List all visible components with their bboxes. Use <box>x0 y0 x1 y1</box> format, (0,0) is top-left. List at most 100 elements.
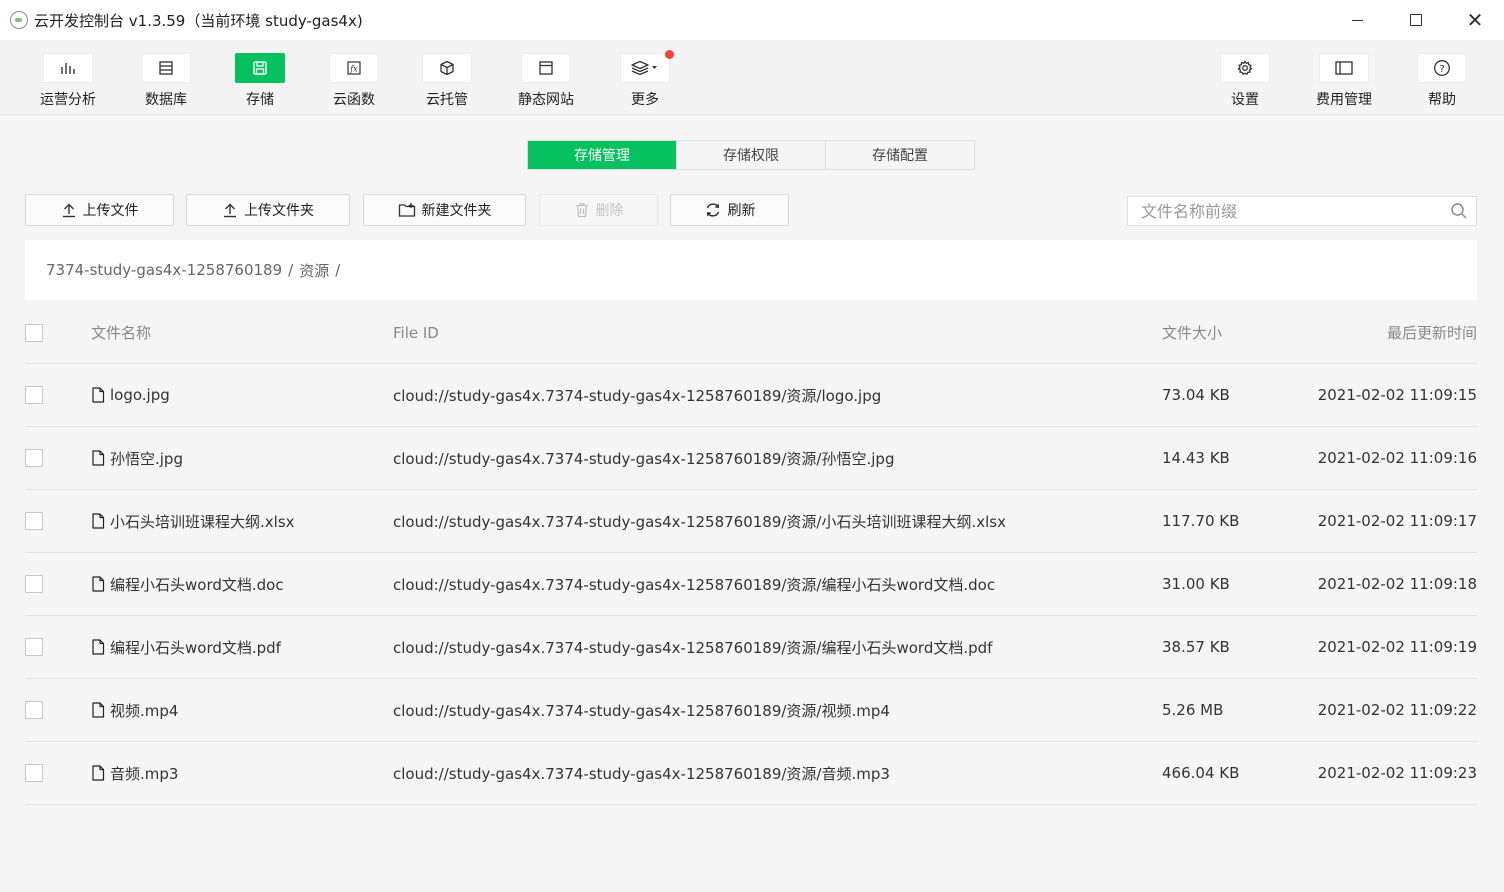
toolbar-item-functions[interactable]: fx 云函数 <box>309 53 399 109</box>
breadcrumb-separator: / <box>335 261 341 279</box>
breadcrumb-separator: / <box>288 261 294 279</box>
upload-icon <box>224 203 236 218</box>
toolbar-label: 存储 <box>246 92 274 108</box>
file-name[interactable]: 孙悟空.jpg <box>110 448 183 469</box>
breadcrumb-folder[interactable]: 资源 <box>299 260 329 281</box>
toolbar-item-more[interactable]: 更多 <box>600 50 690 109</box>
refresh-button[interactable]: 刷新 <box>670 194 789 226</box>
toolbar-label: 费用管理 <box>1316 92 1372 108</box>
column-header-file-id: File ID <box>393 323 439 342</box>
table-row[interactable]: 视频.mp4 cloud://study-gas4x.7374-study-ga… <box>25 679 1477 742</box>
file-name[interactable]: 编程小石头word文档.doc <box>110 574 284 595</box>
file-icon <box>91 576 105 592</box>
file-id: cloud://study-gas4x.7374-study-gas4x-125… <box>393 512 1006 531</box>
database-icon <box>141 53 191 83</box>
file-size: 31.00 KB <box>1162 575 1230 593</box>
upload-folder-button[interactable]: 上传文件夹 <box>186 194 350 226</box>
delete-button[interactable]: 删除 <box>539 194 658 226</box>
new-folder-button[interactable]: 新建文件夹 <box>363 194 526 226</box>
notification-badge <box>665 50 674 59</box>
storage-tabs: 存储管理 存储权限 存储配置 <box>527 140 975 170</box>
upload-file-button[interactable]: 上传文件 <box>25 194 174 226</box>
new-folder-label: 新建文件夹 <box>421 203 492 219</box>
toolbar-item-database[interactable]: 数据库 <box>121 53 211 109</box>
close-button[interactable]: ✕ <box>1446 0 1504 40</box>
file-icon <box>91 513 105 529</box>
toolbar-item-help[interactable]: ? 帮助 <box>1397 53 1487 109</box>
search-box <box>1127 196 1477 226</box>
file-name[interactable]: 视频.mp4 <box>110 700 178 721</box>
file-name[interactable]: 编程小石头word文档.pdf <box>110 637 281 658</box>
file-name-cell: 小石头培训班课程大纲.xlsx <box>91 490 295 552</box>
breadcrumb-bucket[interactable]: 7374-study-gas4x-1258760189 <box>46 261 282 279</box>
search-input[interactable] <box>1128 197 1442 225</box>
search-icon[interactable] <box>1442 197 1476 225</box>
toolbar-label: 设置 <box>1231 92 1259 108</box>
toolbar-label: 帮助 <box>1428 92 1456 108</box>
refresh-icon <box>706 203 719 217</box>
toolbar-label: 云托管 <box>426 92 468 108</box>
column-header-size: 文件大小 <box>1162 324 1223 342</box>
toolbar-item-billing[interactable]: 费用管理 <box>1299 53 1389 109</box>
window-title: 云开发控制台 v1.3.59（当前环境 study-gas4x) <box>34 11 363 30</box>
select-all-checkbox[interactable] <box>25 323 43 342</box>
file-id: cloud://study-gas4x.7374-study-gas4x-125… <box>393 386 882 405</box>
toolbar-item-static-site[interactable]: 静态网站 <box>501 53 591 109</box>
row-checkbox[interactable] <box>25 386 43 404</box>
maximize-button[interactable] <box>1387 0 1445 40</box>
toolbar-label: 静态网站 <box>518 92 574 108</box>
row-checkbox-cell <box>25 427 43 489</box>
file-icon <box>91 702 105 718</box>
browser-window-icon <box>521 53 571 83</box>
file-name[interactable]: logo.jpg <box>110 386 170 404</box>
file-name-cell: 编程小石头word文档.pdf <box>91 616 281 678</box>
toolbar-item-storage[interactable]: 存储 <box>215 53 305 109</box>
table-row[interactable]: 编程小石头word文档.doc cloud://study-gas4x.7374… <box>25 553 1477 616</box>
file-size: 14.43 KB <box>1162 449 1230 467</box>
tab-storage-config[interactable]: 存储配置 <box>826 141 974 169</box>
trash-icon <box>575 203 588 218</box>
file-name[interactable]: 小石头培训班课程大纲.xlsx <box>110 511 295 532</box>
file-name-cell: 音频.mp3 <box>91 742 178 804</box>
delete-label: 删除 <box>595 203 624 219</box>
toolbar-label: 更多 <box>631 92 659 108</box>
row-checkbox[interactable] <box>25 575 43 593</box>
toolbar-item-analytics[interactable]: 运营分析 <box>23 53 113 109</box>
toolbar-item-cloud-hosting[interactable]: 云托管 <box>402 53 492 109</box>
file-size: 38.57 KB <box>1162 638 1230 656</box>
cube-icon <box>422 53 472 83</box>
table-row[interactable]: 小石头培训班课程大纲.xlsx cloud://study-gas4x.7374… <box>25 490 1477 553</box>
row-checkbox-cell <box>25 364 43 426</box>
row-checkbox[interactable] <box>25 449 43 467</box>
row-checkbox[interactable] <box>25 638 43 656</box>
main-toolbar: 运营分析 数据库 存储 fx 云函数 云托管 静态网站 更多 设置 费用管理 ?… <box>0 40 1504 115</box>
svg-text:?: ? <box>1439 64 1444 75</box>
file-name[interactable]: 音频.mp3 <box>110 763 178 784</box>
toolbar-item-settings[interactable]: 设置 <box>1200 53 1290 109</box>
table-row[interactable]: logo.jpg cloud://study-gas4x.7374-study-… <box>25 364 1477 427</box>
table-row[interactable]: 编程小石头word文档.pdf cloud://study-gas4x.7374… <box>25 616 1477 679</box>
minimize-button[interactable] <box>1328 0 1386 40</box>
minimize-icon <box>1351 19 1363 21</box>
row-checkbox[interactable] <box>25 512 43 530</box>
table-row[interactable]: 音频.mp3 cloud://study-gas4x.7374-study-ga… <box>25 742 1477 805</box>
toolbar-label: 数据库 <box>145 92 187 108</box>
file-updated-time: 2021-02-02 11:09:19 <box>1317 638 1477 656</box>
table-row[interactable]: 孙悟空.jpg cloud://study-gas4x.7374-study-g… <box>25 427 1477 490</box>
maximize-icon <box>1410 14 1422 26</box>
tab-storage-permissions[interactable]: 存储权限 <box>677 141 826 169</box>
file-size: 117.70 KB <box>1162 512 1240 530</box>
file-updated-time: 2021-02-02 11:09:18 <box>1317 575 1477 593</box>
tab-storage-management[interactable]: 存储管理 <box>528 141 677 169</box>
upload-folder-label: 上传文件夹 <box>244 203 314 219</box>
bar-chart-icon <box>43 53 93 83</box>
file-updated-time: 2021-02-02 11:09:23 <box>1317 764 1477 782</box>
sidebar-panel-icon <box>1319 53 1369 83</box>
table-header: 文件名称 File ID 文件大小 最后更新时间 <box>25 302 1477 364</box>
file-table: 文件名称 File ID 文件大小 最后更新时间 logo.jpg cloud:… <box>25 302 1477 805</box>
row-checkbox[interactable] <box>25 701 43 719</box>
file-id: cloud://study-gas4x.7374-study-gas4x-125… <box>393 638 993 657</box>
column-header-name: 文件名称 <box>91 324 152 342</box>
row-checkbox[interactable] <box>25 764 43 782</box>
file-name-cell: 视频.mp4 <box>91 679 178 741</box>
